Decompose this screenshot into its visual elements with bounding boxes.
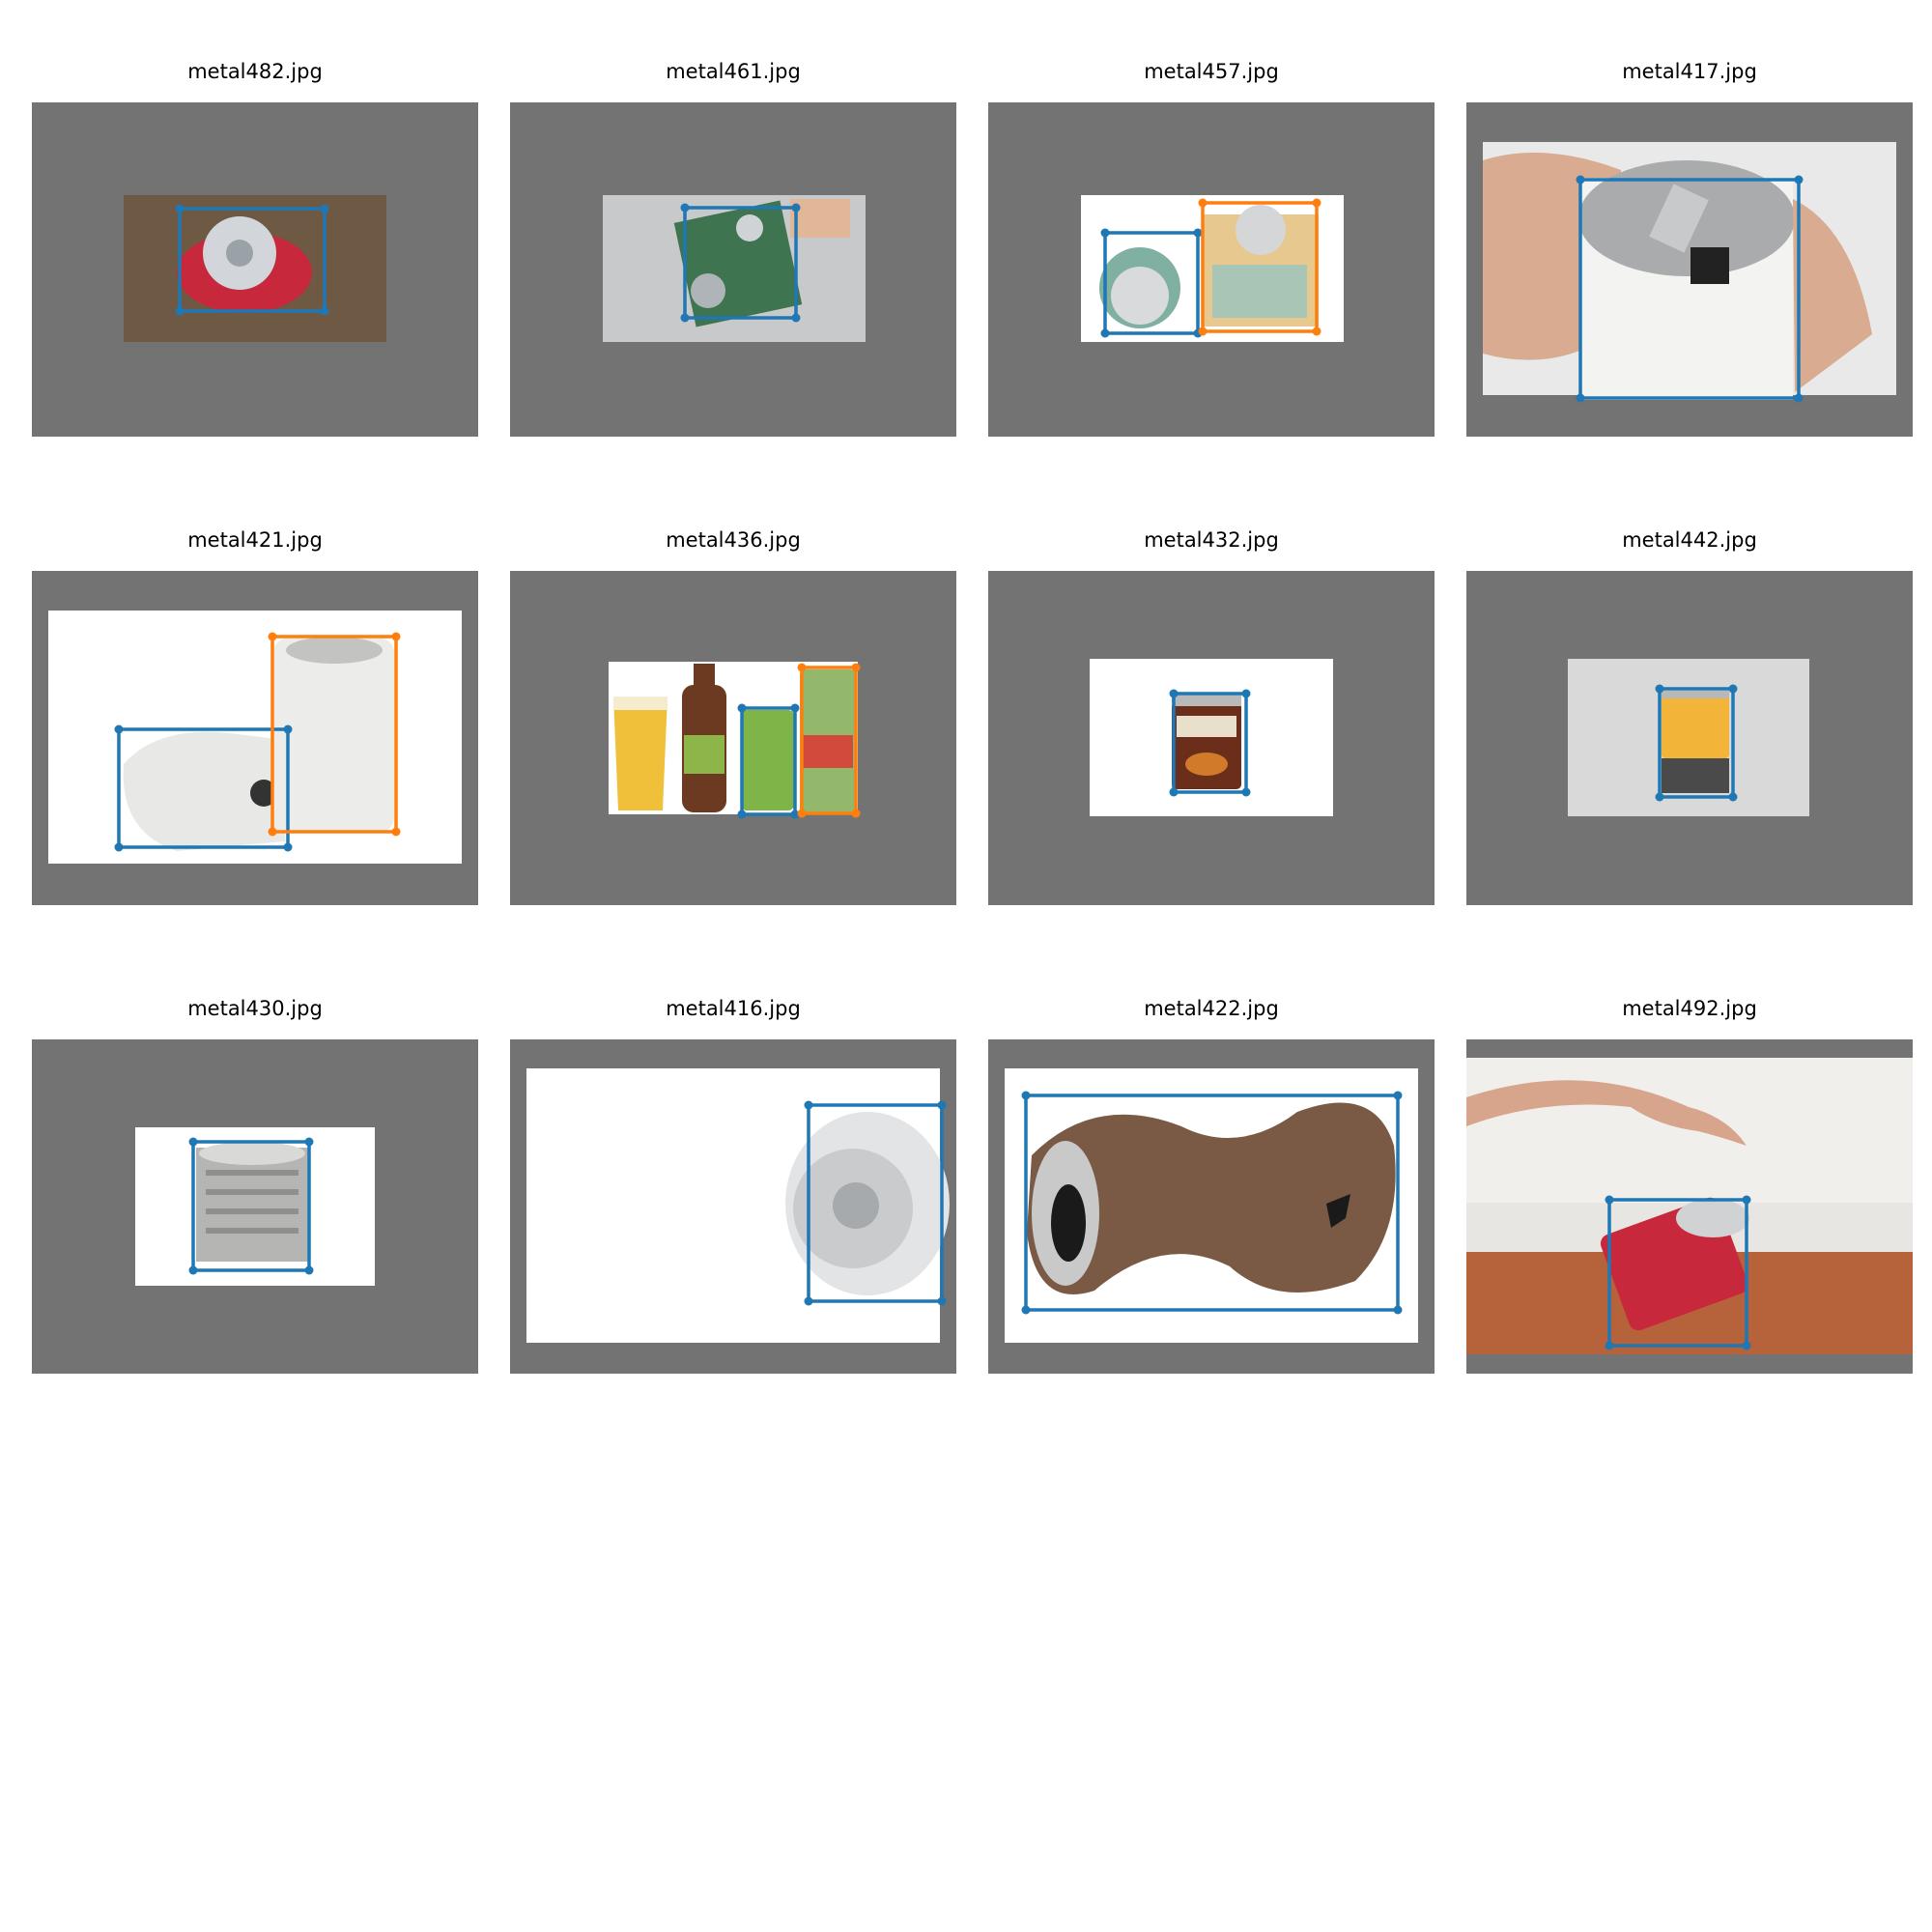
tile-filename: metal422.jpg	[1144, 997, 1279, 1020]
annotated-image	[1466, 1058, 1913, 1354]
image-panel	[988, 1039, 1435, 1374]
tile-filename: metal432.jpg	[1144, 528, 1279, 552]
annotated-image	[135, 1127, 375, 1286]
tile-filename: metal430.jpg	[187, 997, 323, 1020]
annotated-image	[609, 662, 861, 819]
tile-filename: metal461.jpg	[666, 60, 801, 83]
annotated-image	[1483, 142, 1896, 403]
image-panel	[510, 102, 956, 437]
image-panel	[988, 102, 1435, 437]
annotated-image	[48, 611, 462, 864]
image-panel	[32, 1039, 478, 1374]
image-panel	[1466, 571, 1913, 905]
annotated-image	[603, 195, 866, 342]
image-panel	[32, 571, 478, 905]
tile-filename: metal421.jpg	[187, 528, 323, 552]
tile-filename: metal492.jpg	[1622, 997, 1757, 1020]
image-panel	[32, 102, 478, 437]
annotated-image	[1090, 659, 1333, 816]
image-panel	[1466, 102, 1913, 437]
image-panel	[1466, 1039, 1913, 1374]
annotated-image	[1568, 659, 1809, 816]
annotated-image	[1081, 195, 1344, 342]
tile-filename: metal416.jpg	[666, 997, 801, 1020]
annotated-image	[1005, 1068, 1418, 1343]
image-panel	[510, 1039, 956, 1374]
tile-filename: metal442.jpg	[1622, 528, 1757, 552]
tile-filename: metal417.jpg	[1622, 60, 1757, 83]
tile-filename: metal457.jpg	[1144, 60, 1279, 83]
tile-filename: metal436.jpg	[666, 528, 801, 552]
annotated-image	[526, 1068, 950, 1343]
image-panel	[988, 571, 1435, 905]
image-panel	[510, 571, 956, 905]
annotated-image	[124, 195, 386, 342]
tile-filename: metal482.jpg	[187, 60, 323, 83]
